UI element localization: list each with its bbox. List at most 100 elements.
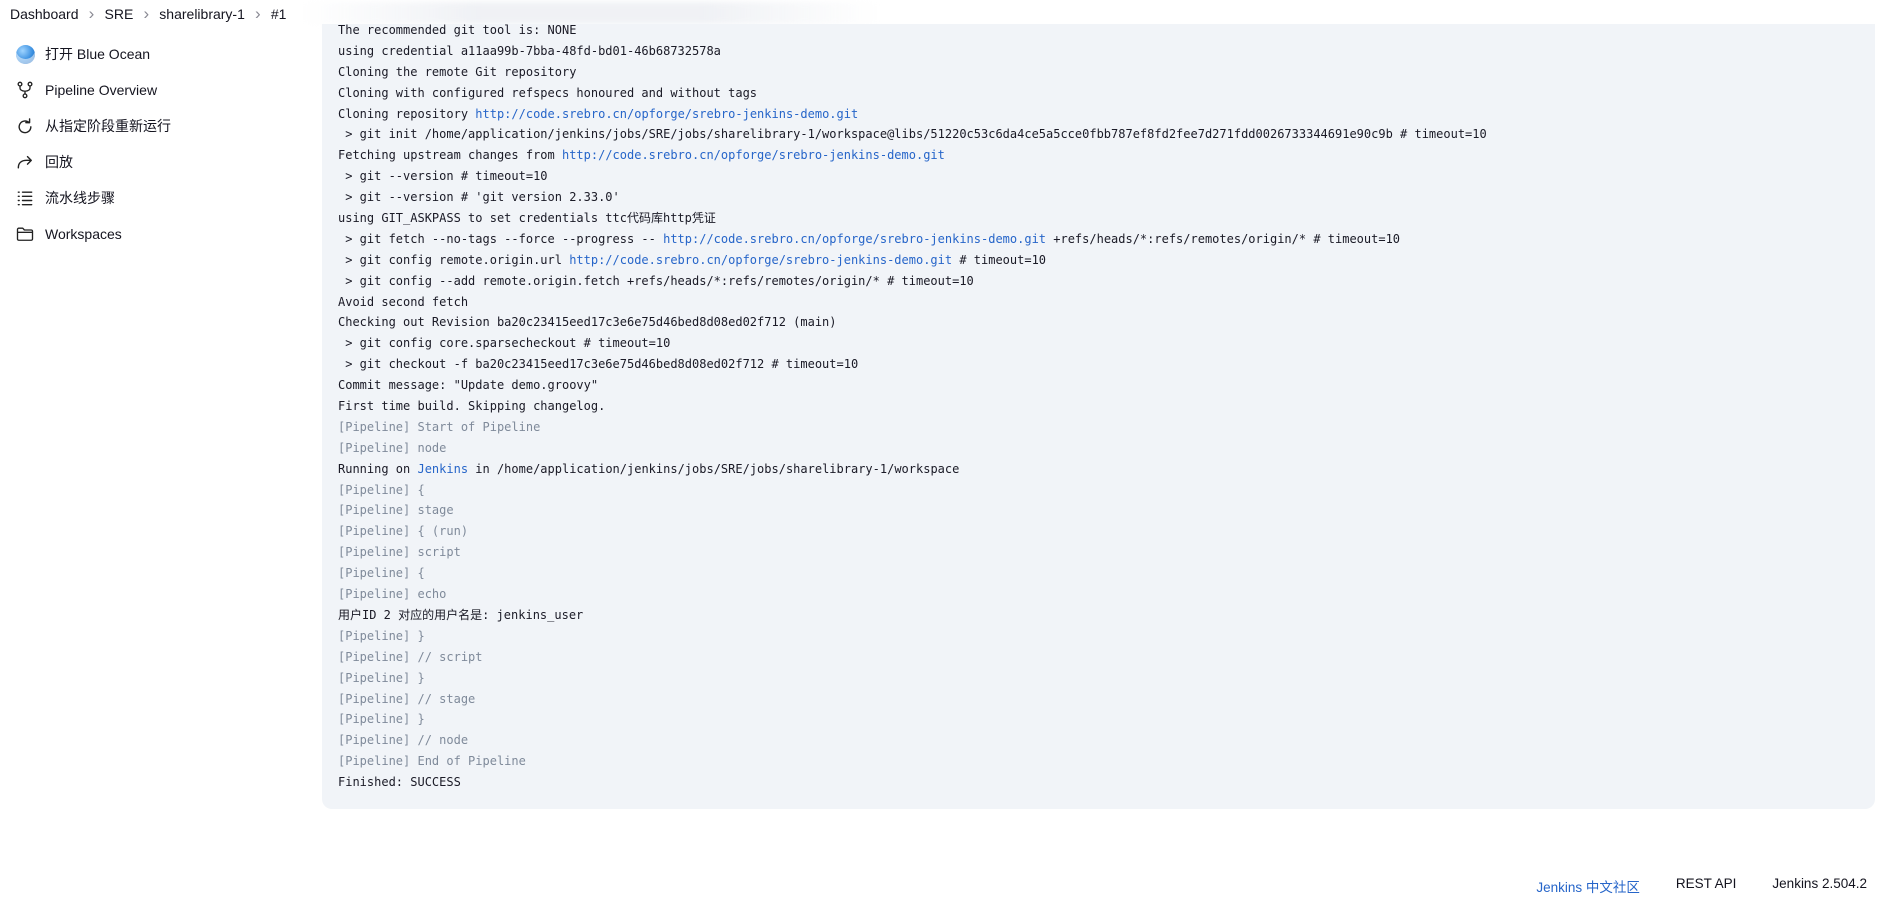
sidebar-item-replay[interactable]: 回放 bbox=[0, 144, 310, 180]
console-line: The recommended git tool is: NONE bbox=[338, 24, 1865, 41]
console-text: > git checkout -f ba20c23415eed17c3e6e75… bbox=[338, 357, 859, 372]
console-text: First time build. Skipping changelog. bbox=[338, 399, 606, 414]
console-text: [Pipeline] { bbox=[338, 482, 425, 497]
console-line: Running on Jenkins in /home/application/… bbox=[338, 459, 1865, 480]
console-line: [Pipeline] { bbox=[338, 563, 1865, 584]
console-text: Cloning repository bbox=[338, 106, 476, 121]
console-text: [Pipeline] stage bbox=[338, 503, 454, 518]
console-line: [Pipeline] { bbox=[338, 480, 1865, 501]
console-text: [Pipeline] Start of Pipeline bbox=[338, 419, 541, 434]
console-text: > git --version # 'git version 2.33.0' bbox=[338, 190, 620, 205]
console-link[interactable]: http://code.srebro.cn/opforge/srebro-jen… bbox=[475, 107, 858, 121]
console-line: > git init /home/application/jenkins/job… bbox=[338, 124, 1865, 145]
console-line: Checking out Revision ba20c23415eed17c3e… bbox=[338, 312, 1865, 333]
console-line: using credential a11aa99b-7bba-48fd-bd01… bbox=[338, 41, 1865, 62]
sidebar-item-label: 回放 bbox=[45, 154, 73, 170]
console-line: > git config remote.origin.url http://co… bbox=[338, 250, 1865, 271]
console-text: [Pipeline] // stage bbox=[338, 691, 476, 706]
sidebar-item-label: 流水线步骤 bbox=[45, 190, 115, 206]
console-text: Finished: SUCCESS bbox=[338, 775, 461, 790]
footer-version-link[interactable]: Jenkins 2.504.2 bbox=[1772, 876, 1867, 896]
console-line: Fetching upstream changes from http://co… bbox=[338, 145, 1865, 166]
console-text: > git config remote.origin.url bbox=[338, 252, 570, 267]
sidebar-item-label: 打开 Blue Ocean bbox=[45, 46, 151, 62]
console-text: using GIT_ASKPASS to set credentials ttc… bbox=[338, 211, 716, 226]
list-steps-icon bbox=[14, 187, 36, 209]
sidebar-item-pipeline-steps[interactable]: 流水线步骤 bbox=[0, 180, 310, 216]
console-line: [Pipeline] script bbox=[338, 542, 1865, 563]
console-text: [Pipeline] { (run) bbox=[338, 524, 469, 539]
console-line: > git checkout -f ba20c23415eed17c3e6e75… bbox=[338, 354, 1865, 375]
console-line: Commit message: "Update demo.groovy" bbox=[338, 375, 1865, 396]
footer: Jenkins 中文社区 REST API Jenkins 2.504.2 bbox=[1536, 876, 1867, 896]
pipeline-branch-icon bbox=[14, 79, 36, 101]
console-output-text: The recommended git tool is: NONE using c… bbox=[338, 24, 1865, 793]
console-text: # timeout=10 bbox=[952, 252, 1047, 267]
console-text: [Pipeline] { bbox=[338, 566, 425, 581]
chevron-right-icon bbox=[245, 4, 271, 24]
console-text: in /home/application/jenkins/jobs/SRE/jo… bbox=[468, 461, 960, 476]
console-link[interactable]: Jenkins bbox=[417, 462, 468, 476]
footer-rest-api-link[interactable]: REST API bbox=[1676, 876, 1737, 896]
console-link[interactable]: http://code.srebro.cn/opforge/srebro-jen… bbox=[562, 148, 945, 162]
console-text: > git config core.sparsecheckout # timeo… bbox=[338, 336, 671, 351]
console-line: > git config core.sparsecheckout # timeo… bbox=[338, 333, 1865, 354]
console-text: [Pipeline] } bbox=[338, 670, 425, 685]
console-text: [Pipeline] End of Pipeline bbox=[338, 754, 526, 769]
console-text: [Pipeline] node bbox=[338, 440, 447, 455]
console-line: using GIT_ASKPASS to set credentials ttc… bbox=[338, 208, 1865, 229]
console-text: Cloning the remote Git repository bbox=[338, 64, 577, 79]
console-output-panel: The recommended git tool is: NONE using c… bbox=[322, 24, 1875, 809]
console-link[interactable]: http://code.srebro.cn/opforge/srebro-jen… bbox=[663, 232, 1046, 246]
console-text: Cloning with configured refspecs honoure… bbox=[338, 85, 758, 100]
console-text: Running on bbox=[338, 461, 418, 476]
sidebar-item-blue-ocean[interactable]: 打开 Blue Ocean bbox=[0, 36, 310, 72]
console-line: [Pipeline] { (run) bbox=[338, 521, 1865, 542]
console-text: [Pipeline] } bbox=[338, 712, 425, 727]
console-line: Cloning with configured refspecs honoure… bbox=[338, 83, 1865, 104]
console-line: [Pipeline] End of Pipeline bbox=[338, 751, 1865, 772]
sidebar-item-pipeline-overview[interactable]: Pipeline Overview bbox=[0, 72, 310, 108]
console-line: [Pipeline] // node bbox=[338, 730, 1865, 751]
footer-community-link[interactable]: Jenkins 中文社区 bbox=[1536, 876, 1640, 896]
chevron-right-icon bbox=[133, 4, 159, 24]
sidebar-item-workspaces[interactable]: Workspaces bbox=[0, 216, 310, 252]
breadcrumb-sre[interactable]: SRE bbox=[105, 6, 134, 22]
console-line: [Pipeline] stage bbox=[338, 500, 1865, 521]
console-line: Cloning repository http://code.srebro.cn… bbox=[338, 104, 1865, 125]
console-line: [Pipeline] echo bbox=[338, 584, 1865, 605]
console-line: [Pipeline] } bbox=[338, 626, 1865, 647]
console-line: [Pipeline] } bbox=[338, 668, 1865, 689]
console-text: 用户ID 2 对应的用户名是: jenkins_user bbox=[338, 607, 584, 622]
console-link[interactable]: http://code.srebro.cn/opforge/srebro-jen… bbox=[569, 253, 952, 267]
sidebar-item-label: Workspaces bbox=[45, 226, 122, 242]
chevron-right-icon bbox=[79, 4, 105, 24]
console-line: [Pipeline] // stage bbox=[338, 689, 1865, 710]
console-text: > git config --add remote.origin.fetch +… bbox=[338, 273, 974, 288]
console-text: > git init /home/application/jenkins/job… bbox=[338, 127, 1487, 142]
folder-icon bbox=[14, 223, 36, 245]
console-line: 用户ID 2 对应的用户名是: jenkins_user bbox=[338, 605, 1865, 626]
console-line: [Pipeline] node bbox=[338, 438, 1865, 459]
console-text: > git fetch --no-tags --force --progress… bbox=[338, 231, 664, 246]
console-text: [Pipeline] script bbox=[338, 545, 461, 560]
console-text: using credential a11aa99b-7bba-48fd-bd01… bbox=[338, 43, 721, 58]
breadcrumb-build[interactable]: #1 bbox=[271, 6, 287, 22]
console-line: Avoid second fetch bbox=[338, 292, 1865, 313]
console-line: > git fetch --no-tags --force --progress… bbox=[338, 229, 1865, 250]
console-text: +refs/heads/*:refs/remotes/origin/* # ti… bbox=[1046, 231, 1401, 246]
console-text: [Pipeline] } bbox=[338, 628, 425, 643]
breadcrumb-dashboard[interactable]: Dashboard bbox=[10, 6, 79, 22]
sidebar-item-label: Pipeline Overview bbox=[45, 82, 158, 98]
console-line: Finished: SUCCESS bbox=[338, 772, 1865, 793]
console-text: Avoid second fetch bbox=[338, 294, 469, 309]
console-text: The recommended git tool is: NONE bbox=[338, 24, 577, 37]
sidebar-item-restart-stage[interactable]: 从指定阶段重新运行 bbox=[0, 108, 310, 144]
console-line: First time build. Skipping changelog. bbox=[338, 396, 1865, 417]
sidebar-item-label: 从指定阶段重新运行 bbox=[45, 118, 171, 134]
breadcrumb-job[interactable]: sharelibrary-1 bbox=[159, 6, 245, 22]
console-text: Checking out Revision ba20c23415eed17c3e… bbox=[338, 315, 837, 330]
console-line: [Pipeline] } bbox=[338, 709, 1865, 730]
console-text: [Pipeline] // script bbox=[338, 649, 483, 664]
console-text: Fetching upstream changes from bbox=[338, 148, 562, 163]
